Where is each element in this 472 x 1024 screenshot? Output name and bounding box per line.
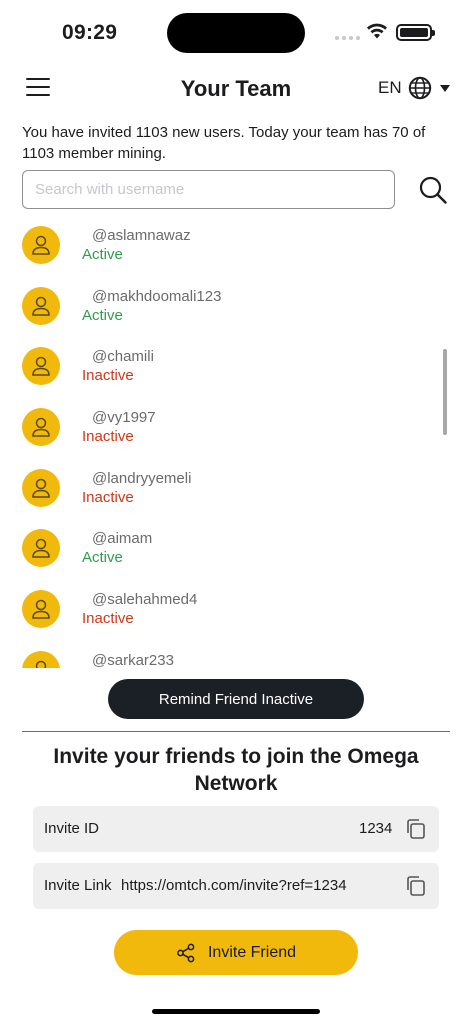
member-username: @makhdoomali123 (92, 288, 222, 305)
share-icon (177, 943, 195, 962)
remind-inactive-button[interactable]: Remind Friend Inactive (108, 679, 364, 719)
avatar (22, 347, 60, 385)
list-item[interactable]: @landryyemeli Inactive (0, 459, 472, 519)
member-username: @aimam (92, 530, 153, 547)
language-selector[interactable]: EN (378, 76, 450, 100)
member-status: Inactive (82, 489, 134, 506)
battery-icon (396, 24, 435, 41)
chevron-down-icon (439, 84, 450, 92)
member-username: @salehahmed4 (92, 591, 198, 608)
copy-icon[interactable] (405, 875, 427, 897)
member-status: Active (82, 246, 123, 263)
member-status: Inactive (82, 610, 134, 627)
list-item[interactable]: @makhdoomali123 Active (0, 277, 472, 337)
avatar (22, 287, 60, 325)
member-status: Active (82, 549, 123, 566)
invite-id-row: Invite ID 1234 (33, 806, 439, 852)
user-icon (32, 296, 50, 316)
avatar (22, 590, 60, 628)
member-status: Inactive (82, 367, 134, 384)
avatar (22, 226, 60, 264)
member-username: @chamili (92, 348, 154, 365)
home-indicator[interactable] (152, 1009, 320, 1014)
member-username: @landryyemeli (92, 470, 192, 487)
list-item[interactable]: @vy1997 Inactive (0, 398, 472, 458)
member-username: @aslamnawaz (92, 227, 191, 244)
dynamic-island (167, 13, 305, 53)
list-item[interactable]: @salehahmed4 Inactive (0, 580, 472, 640)
list-item[interactable]: @aslamnawaz Active (0, 216, 472, 276)
avatar (22, 469, 60, 507)
member-status: Active (82, 307, 123, 324)
invite-friend-button[interactable]: Invite Friend (114, 930, 358, 975)
user-icon (32, 417, 50, 437)
member-username: @sarkar233 (92, 652, 174, 668)
user-icon (32, 599, 50, 619)
invite-link-label: Invite Link (44, 877, 112, 894)
user-icon (32, 478, 50, 498)
search-icon[interactable] (418, 175, 448, 205)
language-label: EN (378, 78, 402, 97)
user-icon (32, 356, 50, 376)
section-divider (22, 731, 450, 732)
status-time: 09:29 (62, 21, 118, 44)
list-item[interactable]: @sarkar233 (0, 641, 472, 668)
user-icon (32, 235, 50, 255)
team-summary-text: You have invited 1103 new users. Today y… (22, 124, 426, 162)
user-icon (35, 660, 47, 668)
invite-friend-label: Invite Friend (207, 943, 297, 961)
avatar (22, 408, 60, 446)
avatar (22, 529, 60, 567)
list-scrollbar[interactable] (443, 349, 447, 435)
globe-icon (408, 76, 431, 100)
wifi-icon (367, 23, 387, 39)
member-status: Inactive (82, 428, 134, 445)
member-list[interactable]: @aslamnawaz Active @makhdoomali123 Activ… (0, 216, 472, 668)
invite-link-row: Invite Link https://omtch.com/invite?ref… (33, 863, 439, 909)
user-icon (32, 538, 50, 558)
invite-title: Invite your friends to join the Omega Ne… (53, 745, 419, 795)
copy-icon[interactable] (405, 818, 427, 840)
invite-link-value: https://omtch.com/invite?ref=1234 (121, 877, 347, 894)
app-header: Your Team EN (0, 66, 472, 112)
invite-id-value: 1234 (359, 820, 393, 837)
invite-id-label: Invite ID (44, 820, 100, 837)
list-item[interactable]: @chamili Inactive (0, 337, 472, 397)
status-bar: 09:29 (0, 0, 472, 62)
search-input[interactable] (22, 170, 395, 209)
avatar (22, 651, 60, 668)
list-item[interactable]: @aimam Active (0, 519, 472, 579)
member-username: @vy1997 (92, 409, 156, 426)
cellular-signal-icon (335, 36, 360, 40)
